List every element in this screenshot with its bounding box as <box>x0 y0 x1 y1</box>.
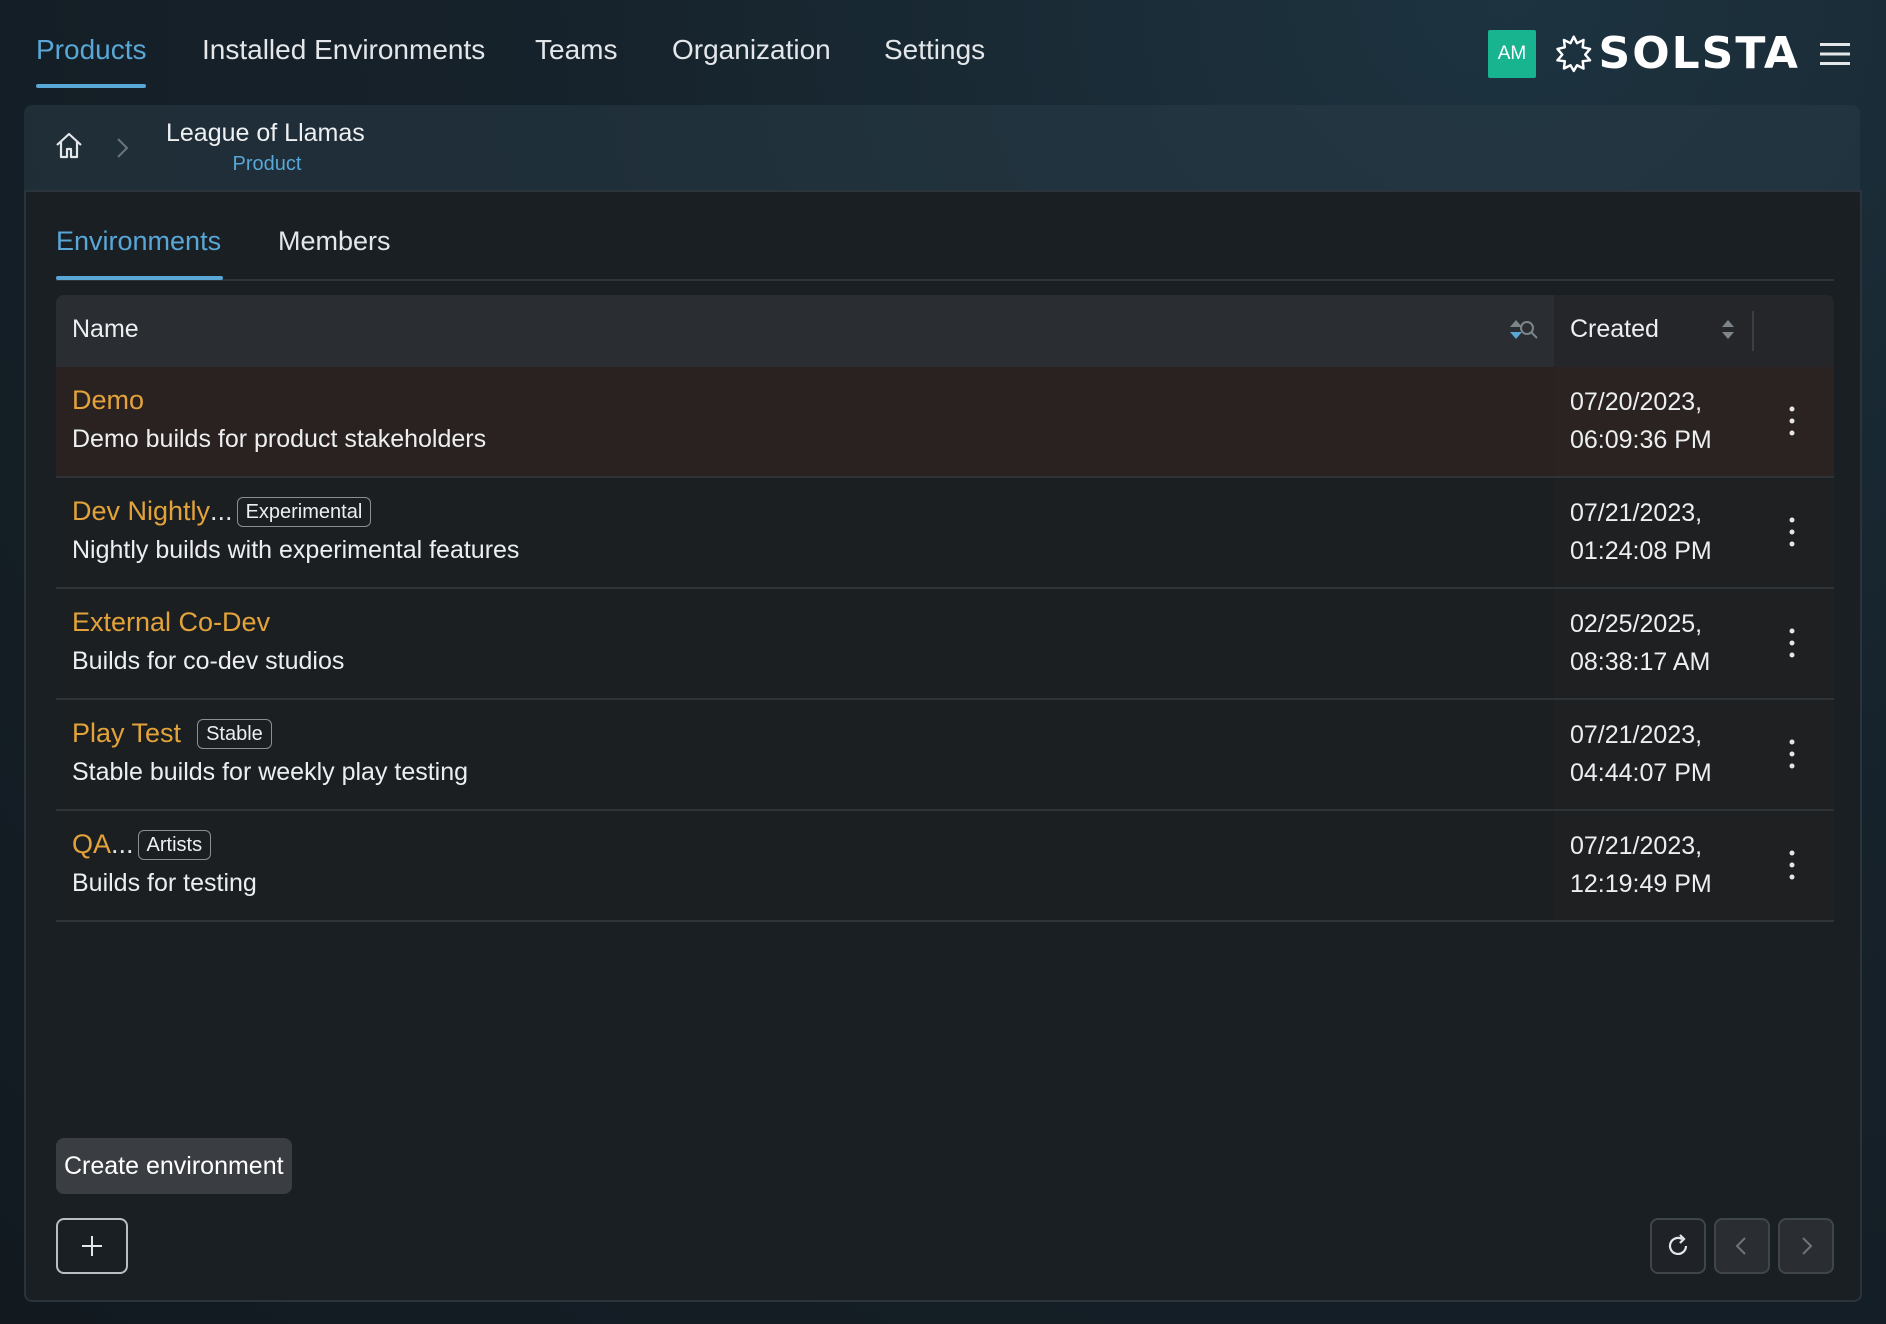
environment-tag: Artists <box>137 829 212 860</box>
created-date: 07/20/2023, <box>1570 388 1703 416</box>
created-datetime: 07/21/2023, 04:44:07 PM <box>1570 716 1740 792</box>
column-header-name[interactable]: Name <box>72 315 139 344</box>
created-date: 02/25/2025, <box>1570 610 1703 638</box>
environment-description: Demo builds for product stakeholders <box>72 425 487 453</box>
hamburger-menu-icon[interactable] <box>1820 38 1850 70</box>
nav-tab-settings[interactable]: Settings <box>884 34 985 66</box>
nav-tab-products[interactable]: Products <box>36 34 147 66</box>
environment-name-text[interactable]: Demo <box>72 385 144 416</box>
nav-tab-organization[interactable]: Organization <box>672 34 831 66</box>
column-divider <box>1752 311 1754 351</box>
environment-name[interactable]: Dev Nightly... Experimental <box>72 496 372 527</box>
gear-burst-icon <box>1556 35 1592 73</box>
environment-name[interactable]: QA... Artists <box>72 829 212 860</box>
chevron-left-icon <box>1735 1237 1746 1255</box>
add-environment-button[interactable] <box>56 1218 128 1274</box>
chevron-right-icon <box>117 138 129 158</box>
environment-name-text[interactable]: Dev Nightly <box>72 496 210 527</box>
created-datetime: 07/21/2023, 01:24:08 PM <box>1570 494 1740 570</box>
chevron-right-icon <box>1802 1237 1813 1255</box>
tab-members[interactable]: Members <box>278 226 391 257</box>
more-options-icon[interactable] <box>1782 514 1802 550</box>
created-date: 07/21/2023, <box>1570 832 1703 860</box>
environment-tag: Stable <box>197 718 272 749</box>
main-panel: Environments Members Name Created Demo D… <box>24 190 1862 1302</box>
created-datetime: 07/21/2023, 12:19:49 PM <box>1570 827 1740 903</box>
table-header: Name Created <box>56 295 1834 367</box>
refresh-icon <box>1668 1234 1688 1255</box>
next-page-button[interactable] <box>1778 1218 1834 1274</box>
more-options-icon[interactable] <box>1782 403 1802 439</box>
breadcrumb: League of Llamas Product <box>24 105 1860 191</box>
created-time: 06:09:36 PM <box>1570 426 1712 454</box>
environment-name-text[interactable]: External Co-Dev <box>72 607 270 638</box>
created-time: 12:19:49 PM <box>1570 870 1712 898</box>
table-row[interactable]: Dev Nightly... Experimental Nightly buil… <box>56 478 1834 589</box>
environments-table: Name Created Demo Demo builds for produc… <box>56 295 1834 922</box>
tab-active-indicator <box>56 276 223 280</box>
created-time: 08:38:17 AM <box>1570 648 1711 676</box>
more-options-icon[interactable] <box>1782 736 1802 772</box>
truncation-ellipsis: ... <box>210 496 233 526</box>
environment-description: Builds for co-dev studios <box>72 647 345 675</box>
environment-tag: Experimental <box>236 496 372 527</box>
more-options-icon[interactable] <box>1782 847 1802 883</box>
environment-description: Builds for testing <box>72 869 257 897</box>
environment-name[interactable]: External Co-Dev <box>72 607 270 638</box>
breadcrumb-subtitle: Product <box>232 153 302 175</box>
tab-environments[interactable]: Environments <box>56 226 221 257</box>
search-icon[interactable] <box>1518 319 1540 341</box>
plus-icon <box>82 1236 102 1256</box>
environment-name-text[interactable]: QA <box>72 829 111 860</box>
table-row[interactable]: External Co-Dev Builds for co-dev studio… <box>56 589 1834 700</box>
truncation-ellipsis: ... <box>111 829 134 859</box>
column-header-created[interactable]: Created <box>1570 315 1659 344</box>
previous-page-button[interactable] <box>1714 1218 1770 1274</box>
refresh-button[interactable] <box>1650 1218 1706 1274</box>
solsta-logo: SOLSTA <box>1555 27 1800 79</box>
breadcrumb-title[interactable]: League of Llamas <box>166 119 365 148</box>
created-date: 07/21/2023, <box>1570 721 1703 749</box>
table-row[interactable]: Play Test Stable Stable builds for weekl… <box>56 700 1834 811</box>
table-row[interactable]: QA... Artists Builds for testing 07/21/2… <box>56 811 1834 922</box>
nav-active-indicator <box>36 84 146 88</box>
sort-icon[interactable] <box>1720 317 1736 343</box>
environment-description: Stable builds for weekly play testing <box>72 758 469 786</box>
table-row[interactable]: Demo Demo builds for product stakeholder… <box>56 367 1834 478</box>
created-datetime: 02/25/2025, 08:38:17 AM <box>1570 605 1740 681</box>
environment-description: Nightly builds with experimental feature… <box>72 536 520 564</box>
environment-name-text[interactable]: Play Test <box>72 718 181 749</box>
top-navigation: Products Installed Environments Teams Or… <box>0 0 1886 105</box>
created-datetime: 07/20/2023, 06:09:36 PM <box>1570 383 1740 459</box>
nav-tab-installed-environments[interactable]: Installed Environments <box>202 34 485 66</box>
home-icon[interactable] <box>52 129 86 163</box>
created-time: 04:44:07 PM <box>1570 759 1712 787</box>
more-options-icon[interactable] <box>1782 625 1802 661</box>
user-avatar[interactable]: AM <box>1488 30 1536 78</box>
environment-name[interactable]: Play Test Stable <box>72 718 272 749</box>
nav-tab-teams[interactable]: Teams <box>535 34 617 66</box>
create-environment-tooltip: Create environment <box>56 1138 292 1194</box>
created-date: 07/21/2023, <box>1570 499 1703 527</box>
logo-text: SOLSTA <box>1598 27 1800 79</box>
tab-divider <box>56 279 1834 281</box>
created-time: 01:24:08 PM <box>1570 537 1712 565</box>
environment-name[interactable]: Demo <box>72 385 144 416</box>
